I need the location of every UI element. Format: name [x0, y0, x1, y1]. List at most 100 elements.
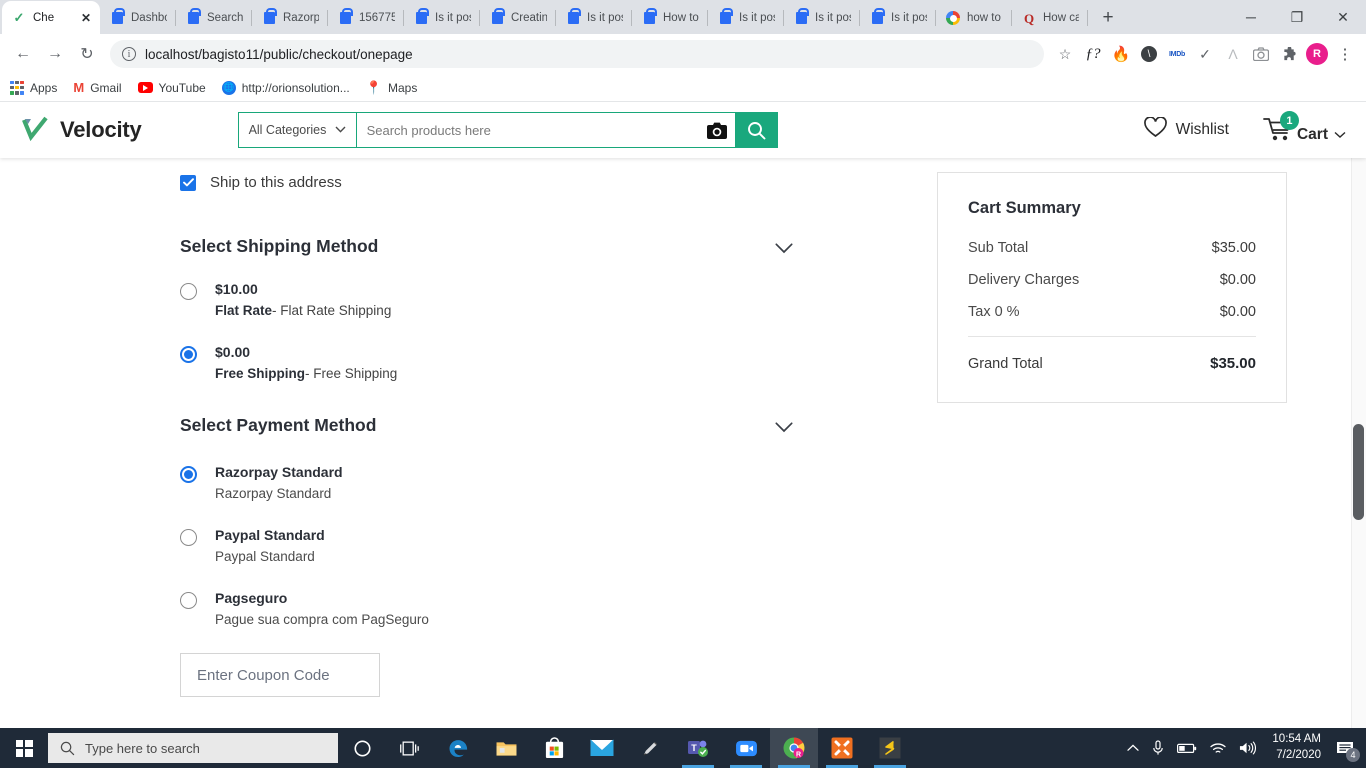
extensions-puzzle-icon[interactable]	[1276, 41, 1302, 67]
browser-tab[interactable]: how to	[936, 2, 1012, 34]
shipping-method-title: Select Shipping Method	[180, 236, 379, 256]
browser-tab[interactable]: How to	[632, 2, 708, 34]
minimize-button[interactable]: ─	[1228, 0, 1274, 34]
adblock-icon[interactable]: \	[1136, 41, 1162, 67]
bookmark-orionsolution[interactable]: 🌐 http://orionsolution...	[221, 80, 350, 95]
back-button[interactable]: ←	[8, 39, 38, 69]
bookmark-star-icon[interactable]: ☆	[1052, 41, 1078, 67]
google-chrome-icon[interactable]: R	[770, 728, 818, 768]
payment-option-paypal-standard[interactable]: Paypal Standard Paypal Standard	[180, 527, 820, 564]
forward-button[interactable]: →	[40, 39, 70, 69]
grand-total-value: $35.00	[1210, 355, 1256, 372]
cortana-icon[interactable]	[338, 728, 386, 768]
tab-title: 156775	[359, 12, 395, 24]
check-icon	[182, 178, 194, 187]
shipping-option-flat-rate[interactable]: $10.00 Flat Rate- Flat Rate Shipping	[180, 281, 820, 318]
new-tab-button[interactable]: +	[1094, 4, 1122, 32]
microsoft-teams-icon[interactable]: T	[674, 728, 722, 768]
coupon-input[interactable]	[180, 653, 380, 697]
page-scrollbar[interactable]	[1351, 158, 1366, 768]
notification-center-icon[interactable]: 4	[1334, 737, 1360, 762]
shipping-option-free-shipping[interactable]: $0.00 Free Shipping- Free Shipping	[180, 344, 820, 381]
address-bar[interactable]: i localhost/bagisto11/public/checkout/on…	[110, 40, 1044, 68]
zoom-icon[interactable]	[722, 728, 770, 768]
browser-tab[interactable]: Razorpa	[252, 2, 328, 34]
cart-button[interactable]: 1 Cart	[1263, 111, 1346, 144]
google-icon	[945, 10, 961, 26]
mail-icon[interactable]	[578, 728, 626, 768]
summary-label: Delivery Charges	[968, 272, 1080, 288]
shipping-radio[interactable]	[180, 346, 197, 363]
browser-tab[interactable]: Is it pos	[708, 2, 784, 34]
browser-tab[interactable]: Dashbo	[100, 2, 176, 34]
search-icon	[60, 741, 75, 755]
hotjar-icon[interactable]: 🔥	[1108, 41, 1134, 67]
browser-tab[interactable]: Is it pos	[404, 2, 480, 34]
browser-tab[interactable]: Q How ca	[1012, 2, 1088, 34]
xampp-icon[interactable]	[818, 728, 866, 768]
snip-tool-icon[interactable]	[626, 728, 674, 768]
search-button[interactable]	[735, 112, 778, 148]
lock-icon	[717, 8, 733, 26]
microsoft-store-icon[interactable]	[530, 728, 578, 768]
payment-radio[interactable]	[180, 529, 197, 546]
payment-radio[interactable]	[180, 592, 197, 609]
volume-icon[interactable]	[1239, 741, 1257, 755]
bookmark-youtube[interactable]: YouTube	[137, 80, 206, 95]
browser-tab[interactable]: Is it pos	[860, 2, 936, 34]
wishlist-button[interactable]: Wishlist	[1143, 116, 1229, 143]
payment-option-pagseguro[interactable]: Pagseguro Pague sua compra com PagSeguro	[180, 590, 820, 627]
browser-tab[interactable]: Is it pos	[556, 2, 632, 34]
wifi-icon[interactable]	[1210, 742, 1227, 755]
ship-to-address-row[interactable]: Ship to this address	[180, 158, 820, 191]
start-button[interactable]	[0, 728, 48, 768]
camera-capture-icon[interactable]	[1248, 41, 1274, 67]
payment-option-body: Pagseguro Pague sua compra com PagSeguro	[215, 590, 429, 627]
task-view-icon[interactable]	[386, 728, 434, 768]
reload-button[interactable]: ↻	[72, 39, 102, 69]
chrome-menu-icon[interactable]: ⋮	[1332, 41, 1358, 67]
file-explorer-icon[interactable]	[482, 728, 530, 768]
browser-tab[interactable]: 156775	[328, 2, 404, 34]
fonts-ninja-icon[interactable]: ƒ?	[1080, 41, 1106, 67]
payment-option-title: Razorpay Standard	[215, 464, 343, 480]
ship-to-address-checkbox[interactable]	[180, 174, 196, 191]
payment-option-razorpay-standard[interactable]: Razorpay Standard Razorpay Standard	[180, 464, 820, 501]
close-window-button[interactable]: ✕	[1320, 0, 1366, 34]
battery-icon[interactable]	[1177, 743, 1197, 754]
imdb-icon[interactable]: IMDb	[1164, 41, 1190, 67]
browser-tab-active[interactable]: ✓ Che ✕	[2, 1, 100, 34]
payment-radio[interactable]	[180, 466, 197, 483]
payment-method-header[interactable]: Select Payment Method	[180, 415, 820, 436]
summary-value: $35.00	[1211, 240, 1256, 256]
browser-tab[interactable]: Creating	[480, 2, 556, 34]
search-input[interactable]	[366, 122, 707, 138]
sublime-text-icon[interactable]	[866, 728, 914, 768]
chevron-down-icon[interactable]	[775, 420, 793, 433]
browser-tab[interactable]: Is it pos	[784, 2, 860, 34]
close-tab-icon[interactable]: ✕	[81, 12, 91, 24]
site-info-icon[interactable]: i	[122, 47, 136, 61]
bookmark-apps[interactable]: Apps	[10, 80, 57, 95]
camera-search-icon[interactable]	[706, 122, 727, 139]
shipping-option-description: - Flat Rate Shipping	[272, 303, 392, 318]
maximize-button[interactable]: ❐	[1274, 0, 1320, 34]
microphone-icon[interactable]	[1152, 740, 1164, 756]
browser-tab[interactable]: Search	[176, 2, 252, 34]
chevron-down-icon[interactable]	[775, 241, 793, 254]
bookmark-maps[interactable]: 📍 Maps	[366, 80, 418, 96]
taskbar-clock[interactable]: 10:54 AM 7/2/2020	[1272, 732, 1321, 763]
bookmark-label: YouTube	[158, 80, 206, 95]
bookmark-gmail[interactable]: M Gmail	[73, 80, 121, 95]
site-logo[interactable]: Velocity	[20, 115, 142, 145]
awesome-screenshot-icon[interactable]: Λ	[1220, 41, 1246, 67]
scrollbar-thumb[interactable]	[1353, 424, 1364, 520]
show-hidden-icons-icon[interactable]	[1127, 744, 1140, 752]
taskbar-search-box[interactable]: Type here to search	[48, 733, 338, 763]
shipping-method-header[interactable]: Select Shipping Method	[180, 236, 820, 257]
category-select[interactable]: All Categories	[237, 112, 356, 148]
grammarly-icon[interactable]: ✓	[1192, 41, 1218, 67]
shipping-radio[interactable]	[180, 283, 197, 300]
profile-avatar[interactable]: R	[1304, 41, 1330, 67]
microsoft-edge-icon[interactable]	[434, 728, 482, 768]
